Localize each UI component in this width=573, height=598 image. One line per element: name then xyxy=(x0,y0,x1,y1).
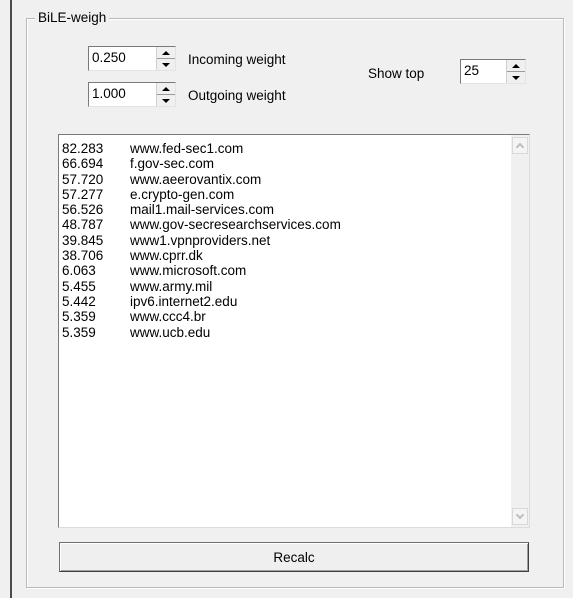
list-item[interactable]: 82.283 www.fed-sec1.com xyxy=(61,141,341,156)
incoming-weight-spinner[interactable]: 0.250 xyxy=(88,46,176,71)
incoming-weight-input[interactable]: 0.250 xyxy=(89,47,156,70)
outgoing-weight-down-button[interactable] xyxy=(157,95,175,106)
list-item-score: 5.455 xyxy=(62,278,96,294)
list-item[interactable]: 6.063 www.microsoft.com xyxy=(61,263,341,278)
outgoing-weight-up-button[interactable] xyxy=(157,83,175,95)
list-item[interactable]: 48.787 www.gov-secresearchservices.com xyxy=(61,217,341,232)
triangle-up-icon xyxy=(162,86,170,91)
triangle-up-icon xyxy=(162,50,170,55)
list-item[interactable]: 5.455 www.army.mil xyxy=(61,279,341,294)
list-item-domain: www.cprr.dk xyxy=(130,248,203,264)
list-item-domain: www.ucb.edu xyxy=(130,324,211,340)
incoming-weight-spin-buttons xyxy=(156,47,175,70)
triangle-down-icon xyxy=(512,75,520,80)
list-item[interactable]: 57.720 www.aeerovantix.com xyxy=(61,172,341,187)
outgoing-weight-spinner[interactable]: 1.000 xyxy=(88,82,176,107)
incoming-weight-up-button[interactable] xyxy=(157,47,175,59)
show-top-input[interactable]: 25 xyxy=(461,60,506,83)
list-item-domain: www.microsoft.com xyxy=(130,263,247,279)
list-item-domain: ipv6.internet2.edu xyxy=(130,293,238,309)
results-list: 82.283 www.fed-sec1.com 66.694 f.gov-sec.co… xyxy=(61,141,341,340)
list-item-score: 5.359 xyxy=(62,324,96,340)
window-edge xyxy=(10,0,12,598)
triangle-down-icon xyxy=(162,98,170,103)
list-item-domain: www.ccc4.br xyxy=(130,309,206,325)
recalc-button[interactable]: Recalc xyxy=(59,542,529,572)
list-item-score: 5.359 xyxy=(62,309,96,325)
show-top-down-button[interactable] xyxy=(507,72,525,83)
list-item-domain: f.gov-sec.com xyxy=(130,156,215,172)
list-item[interactable]: 38.706 www.cprr.dk xyxy=(61,248,341,263)
list-item-domain: www.army.mil xyxy=(130,278,213,294)
list-item-score: 39.845 xyxy=(62,232,104,248)
list-item-score: 56.526 xyxy=(62,202,104,218)
show-top-up-button[interactable] xyxy=(507,60,525,72)
vertical-scrollbar[interactable] xyxy=(511,135,529,527)
list-item[interactable]: 5.359 www.ucb.edu xyxy=(61,325,341,340)
triangle-down-icon xyxy=(162,62,170,67)
list-item-score: 57.720 xyxy=(62,171,104,187)
list-item-score: 38.706 xyxy=(62,248,104,264)
list-item-score: 57.277 xyxy=(62,186,104,202)
outgoing-weight-input[interactable]: 1.000 xyxy=(89,83,156,106)
list-item-domain: www1.vpnproviders.net xyxy=(130,232,271,248)
incoming-weight-label: Incoming weight xyxy=(188,52,286,67)
list-item-domain: www.gov-secresearchservices.com xyxy=(130,217,341,233)
chevron-up-icon xyxy=(515,142,525,152)
list-item[interactable]: 39.845 www1.vpnproviders.net xyxy=(61,233,341,248)
outgoing-weight-spin-buttons xyxy=(156,83,175,106)
list-item-score: 82.283 xyxy=(62,141,104,156)
scroll-up-button[interactable] xyxy=(512,137,528,154)
incoming-weight-down-button[interactable] xyxy=(157,59,175,70)
list-item-score: 6.063 xyxy=(62,263,96,279)
outgoing-weight-label: Outgoing weight xyxy=(188,88,286,103)
list-item-domain: e.crypto-gen.com xyxy=(130,186,235,202)
list-item[interactable]: 5.359 www.ccc4.br xyxy=(61,309,341,324)
list-item[interactable]: 57.277 e.crypto-gen.com xyxy=(61,187,341,202)
list-item[interactable]: 56.526 mail1.mail-services.com xyxy=(61,202,341,217)
triangle-up-icon xyxy=(512,63,520,68)
list-item[interactable]: 5.442 ipv6.internet2.edu xyxy=(61,294,341,309)
scroll-down-button[interactable] xyxy=(512,508,528,525)
list-item-score: 5.442 xyxy=(62,293,96,309)
list-item-domain: www.fed-sec1.com xyxy=(130,141,244,156)
show-top-label: Show top xyxy=(368,66,425,81)
results-listbox[interactable]: 82.283 www.fed-sec1.com 66.694 f.gov-sec.co… xyxy=(58,134,530,528)
groupbox-title: BiLE-weigh xyxy=(35,10,110,26)
list-item[interactable]: 66.694 f.gov-sec.com xyxy=(61,156,341,171)
list-item-score: 66.694 xyxy=(62,156,104,172)
list-item-score: 48.787 xyxy=(62,217,104,233)
show-top-spinner[interactable]: 25 xyxy=(460,59,526,84)
list-item-domain: mail1.mail-services.com xyxy=(130,202,275,218)
show-top-spin-buttons xyxy=(506,60,525,83)
chevron-down-icon xyxy=(515,510,525,520)
list-item-domain: www.aeerovantix.com xyxy=(130,171,262,187)
